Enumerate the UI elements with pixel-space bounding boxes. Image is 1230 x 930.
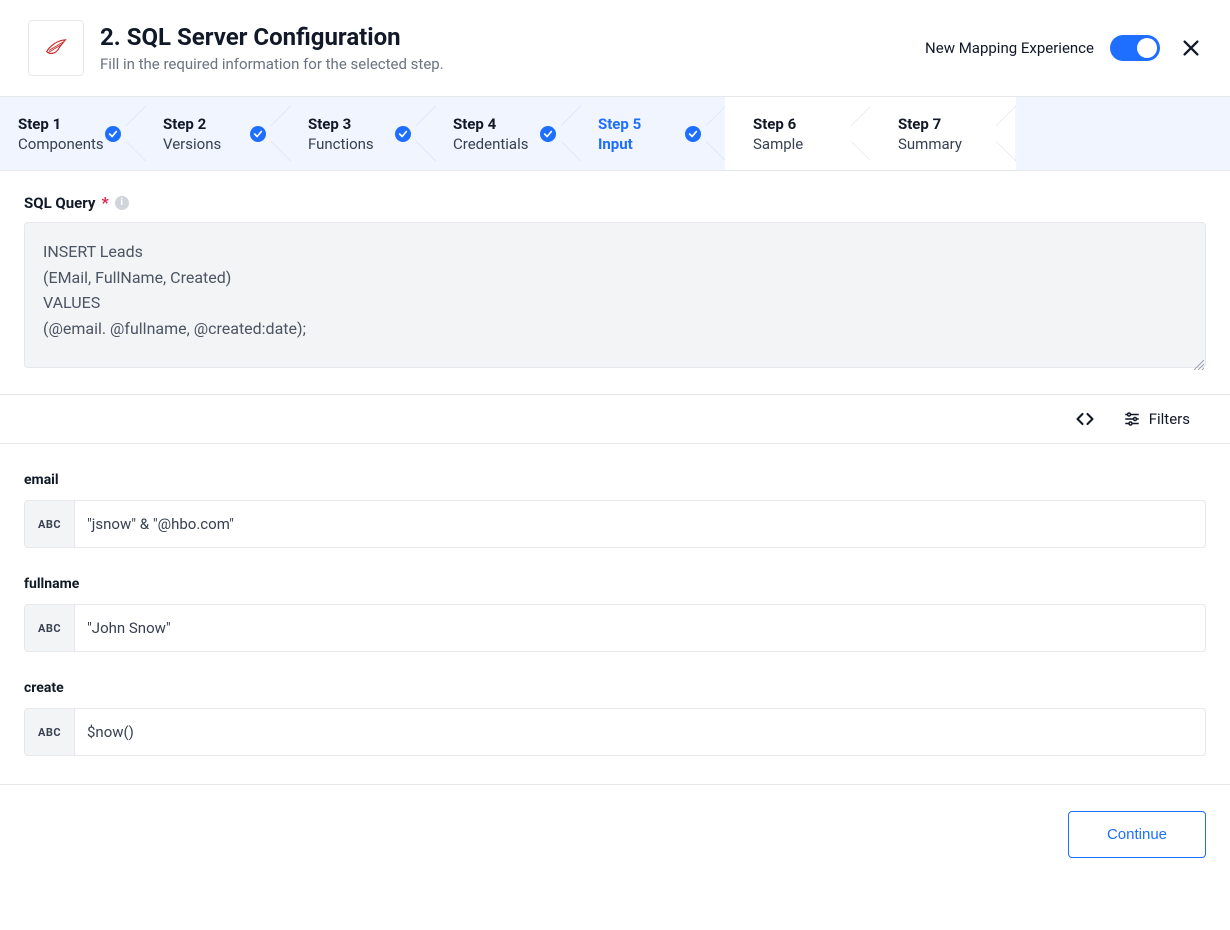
param-group-email: email ABC xyxy=(24,472,1206,548)
param-input-email[interactable] xyxy=(75,501,1205,547)
sql-query-label: SQL Query xyxy=(24,194,95,212)
step-label: Step 5 xyxy=(598,115,691,133)
step-complete-icon xyxy=(250,126,266,142)
close-button[interactable] xyxy=(1176,33,1206,63)
page-subtitle: Fill in the required information for the… xyxy=(100,55,925,73)
step-sublabel: Credentials xyxy=(453,135,546,153)
parameters-section: email ABC fullname ABC create ABC xyxy=(0,444,1230,756)
header-actions: New Mapping Experience xyxy=(925,33,1206,63)
step-label: Step 1 xyxy=(18,115,111,133)
code-icon xyxy=(1075,409,1095,429)
step-complete-icon xyxy=(105,126,121,142)
code-toggle-button[interactable] xyxy=(1075,409,1095,429)
close-icon xyxy=(1180,37,1202,59)
param-group-fullname: fullname ABC xyxy=(24,576,1206,652)
step-1[interactable]: Step 1 Components xyxy=(0,97,145,170)
param-input-wrap: ABC xyxy=(24,604,1206,652)
param-label: create xyxy=(24,680,1206,696)
step-label: Step 7 xyxy=(898,115,981,133)
step-2[interactable]: Step 2 Versions xyxy=(145,97,290,170)
step-3[interactable]: Step 3 Functions xyxy=(290,97,435,170)
sql-query-input[interactable] xyxy=(24,222,1206,368)
step-complete-icon xyxy=(395,126,411,142)
step-6[interactable]: Step 6 Sample xyxy=(725,97,870,170)
step-sublabel: Functions xyxy=(308,135,401,153)
continue-button[interactable]: Continue xyxy=(1068,811,1206,858)
step-5[interactable]: Step 5 Input xyxy=(580,97,725,170)
step-label: Step 4 xyxy=(453,115,546,133)
params-toolbar: Filters xyxy=(0,394,1230,444)
filters-label: Filters xyxy=(1149,410,1190,428)
step-4[interactable]: Step 4 Credentials xyxy=(435,97,580,170)
param-type-badge: ABC xyxy=(25,709,75,755)
step-label: Step 6 xyxy=(753,115,836,133)
config-header: 2. SQL Server Configuration Fill in the … xyxy=(0,0,1230,97)
mapping-experience-toggle[interactable] xyxy=(1110,35,1160,61)
filters-icon xyxy=(1123,410,1141,428)
step-sublabel: Input xyxy=(598,135,691,153)
page-title: 2. SQL Server Configuration xyxy=(100,23,925,51)
param-type-badge: ABC xyxy=(25,501,75,547)
step-sublabel: Sample xyxy=(753,135,836,153)
footer: Continue xyxy=(0,785,1230,884)
param-input-fullname[interactable] xyxy=(75,605,1205,651)
mapping-experience-label: New Mapping Experience xyxy=(925,39,1094,57)
param-group-create: create ABC xyxy=(24,680,1206,756)
step-sublabel: Components xyxy=(18,135,111,153)
step-7[interactable]: Step 7 Summary xyxy=(870,97,1015,170)
sql-query-label-row: SQL Query * i xyxy=(24,193,1206,212)
param-type-badge: ABC xyxy=(25,605,75,651)
param-input-wrap: ABC xyxy=(24,708,1206,756)
param-input-create[interactable] xyxy=(75,709,1205,755)
required-marker: * xyxy=(101,193,108,212)
step-complete-icon xyxy=(685,126,701,142)
param-label: fullname xyxy=(24,576,1206,592)
wizard-stepper: Step 1 Components Step 2 Versions Step 3 Func… xyxy=(0,97,1230,171)
step-sublabel: Versions xyxy=(163,135,256,153)
header-titles: 2. SQL Server Configuration Fill in the … xyxy=(100,23,925,73)
step-complete-icon xyxy=(540,126,556,142)
step-label: Step 2 xyxy=(163,115,256,133)
param-label: email xyxy=(24,472,1206,488)
step-sublabel: Summary xyxy=(898,135,981,153)
sql-server-icon xyxy=(28,20,84,76)
param-input-wrap: ABC xyxy=(24,500,1206,548)
step-label: Step 3 xyxy=(308,115,401,133)
info-icon[interactable]: i xyxy=(115,196,129,210)
filters-button[interactable]: Filters xyxy=(1123,410,1190,428)
